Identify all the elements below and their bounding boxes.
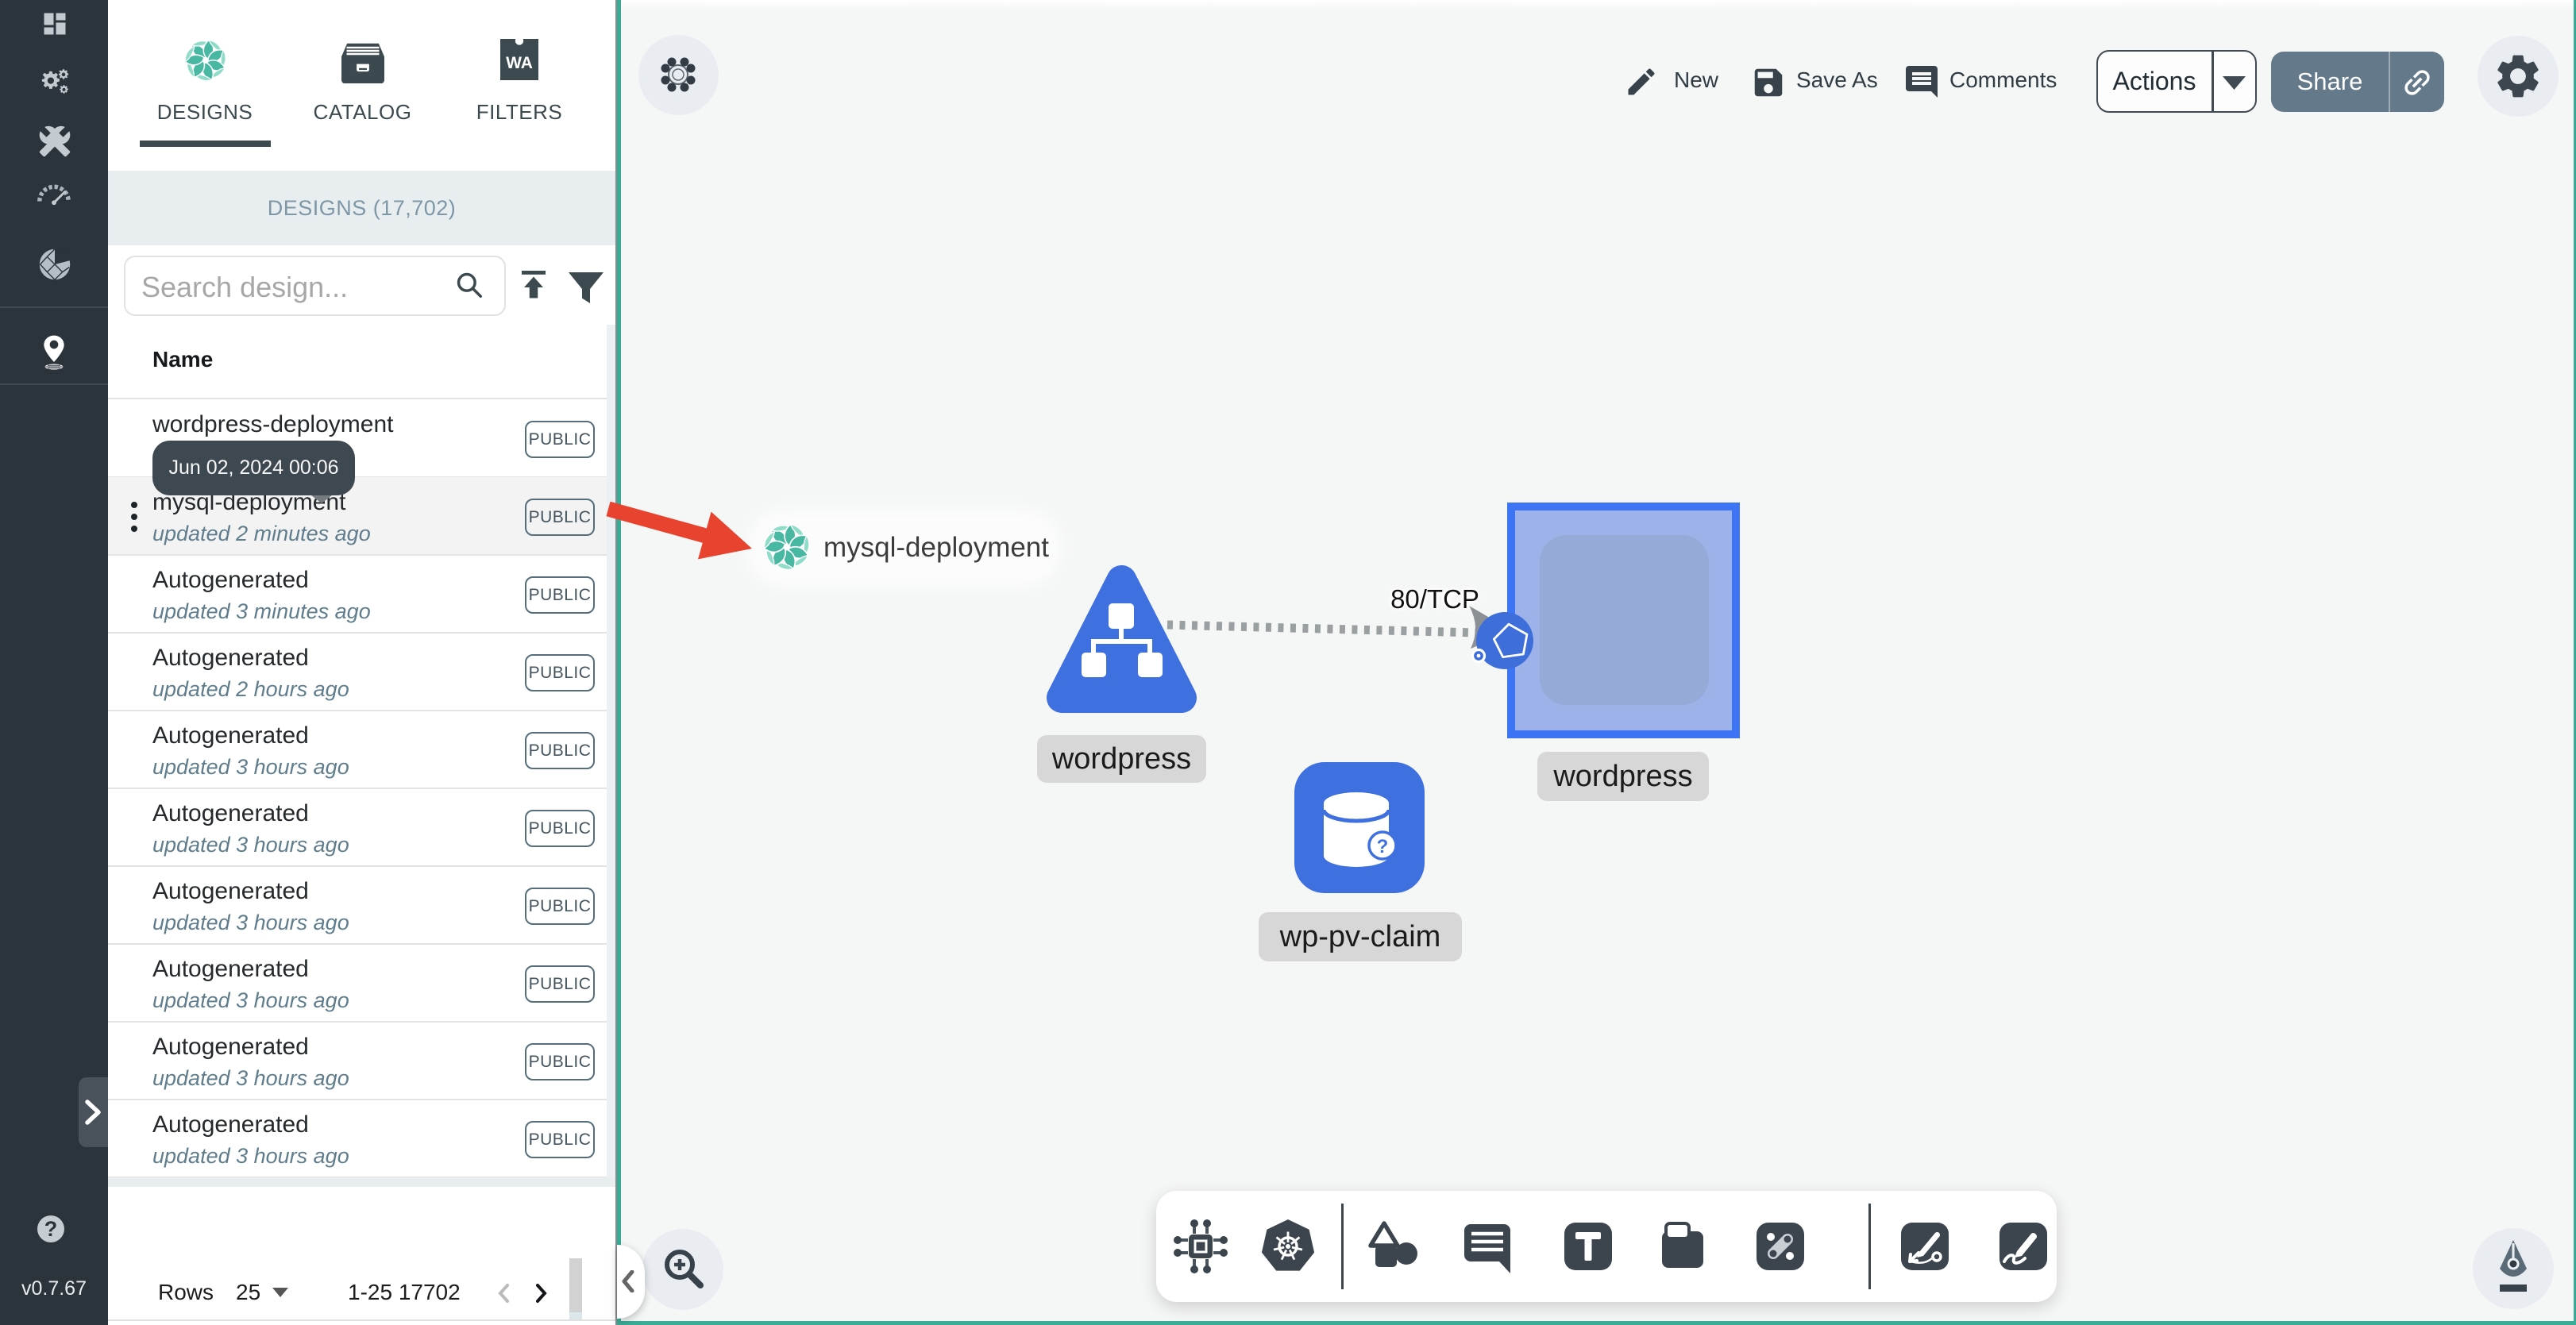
svg-text:?: ? <box>1377 836 1389 857</box>
svg-text:WA: WA <box>506 54 533 72</box>
